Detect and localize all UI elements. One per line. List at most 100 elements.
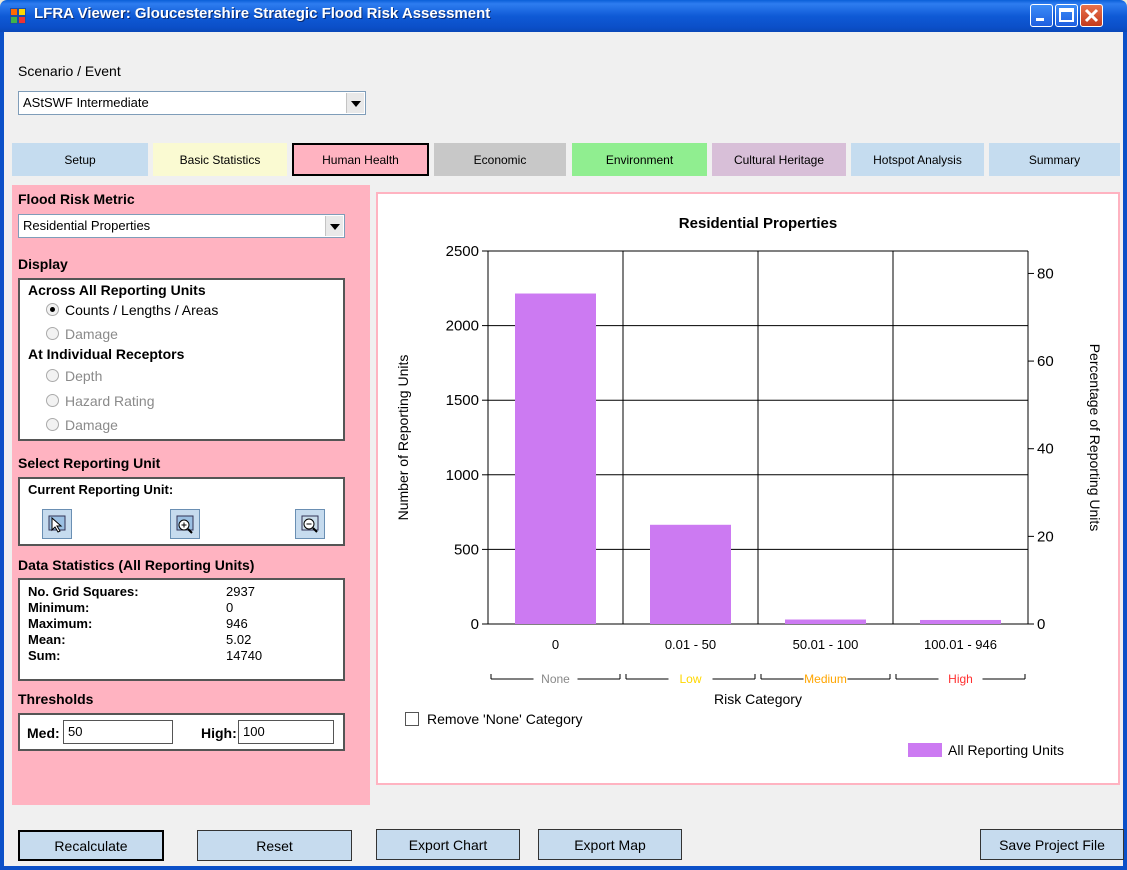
high-threshold-input[interactable]: 100 [238, 720, 334, 744]
chevron-down-icon[interactable] [346, 93, 364, 113]
tab-label: Summary [1028, 152, 1081, 167]
bar [650, 524, 731, 624]
tab-label: Economic [473, 152, 527, 167]
window-frame-right [1123, 32, 1127, 870]
window-frame-bottom [0, 866, 1127, 870]
radio-checked-icon [46, 303, 59, 316]
y-axis-label: Number of Reporting Units [395, 355, 411, 521]
radio-icon [46, 327, 59, 340]
radio-label: Damage [65, 417, 118, 433]
tab-basic-statistics[interactable]: Basic Statistics [153, 143, 287, 176]
radio-label: Damage [65, 326, 118, 342]
med-threshold-input[interactable]: 50 [63, 720, 173, 744]
radio-depth[interactable]: Depth [46, 368, 102, 384]
y-tick-label: 1500 [446, 392, 479, 409]
tab-economic[interactable]: Economic [434, 143, 566, 176]
tab-summary[interactable]: Summary [989, 143, 1120, 176]
tab-label: Human Health [322, 152, 399, 167]
scenario-value: AStSWF Intermediate [23, 95, 149, 110]
x-tick-label: 0 [552, 637, 559, 652]
bar [920, 619, 1001, 624]
stat-key: Minimum: [28, 600, 90, 615]
export-chart-button[interactable]: Export Chart [376, 829, 520, 860]
tab-setup[interactable]: Setup [12, 143, 148, 176]
tab-label: Hotspot Analysis [873, 152, 962, 167]
select-unit-title: Select Reporting Unit [18, 455, 161, 471]
chevron-down-icon[interactable] [325, 216, 343, 236]
map-zoom-out-icon [301, 515, 319, 533]
map-zoom-in-icon [176, 515, 194, 534]
risk-band-label: Medium [804, 672, 847, 686]
x-axis-label: Risk Category [714, 691, 802, 707]
high-label: High: [201, 725, 237, 741]
thresholds-title: Thresholds [18, 691, 94, 707]
radio-damage-individual[interactable]: Damage [46, 417, 118, 433]
zoom-out-button[interactable] [295, 509, 325, 539]
radio-hazard-rating[interactable]: Hazard Rating [46, 393, 155, 409]
x-tick-label: 100.01 - 946 [924, 637, 997, 652]
radio-icon [46, 369, 59, 382]
y-tick-label: 0 [471, 616, 479, 633]
save-project-button[interactable]: Save Project File [980, 829, 1124, 860]
y2-tick-label: 40 [1037, 441, 1054, 458]
recalculate-button[interactable]: Recalculate [18, 830, 164, 861]
stat-key: Sum: [28, 648, 61, 663]
tab-environment[interactable]: Environment [572, 143, 707, 176]
metric-dropdown[interactable]: Residential Properties [18, 214, 345, 238]
left-panel: Flood Risk Metric Residential Properties… [12, 185, 370, 805]
y2-tick-label: 60 [1037, 353, 1054, 370]
y-tick-label: 2000 [446, 318, 479, 335]
window-title: LFRA Viewer: Gloucestershire Strategic F… [34, 5, 491, 22]
radio-counts[interactable]: Counts / Lengths / Areas [46, 302, 218, 318]
stat-key: Maximum: [28, 616, 93, 631]
close-icon [1084, 8, 1099, 23]
stats-title: Data Statistics (All Reporting Units) [18, 557, 255, 573]
tab-human-health[interactable]: Human Health [292, 143, 429, 176]
chart-title: Residential Properties [679, 215, 837, 232]
stat-key: Mean: [28, 632, 66, 647]
select-unit-button[interactable] [42, 509, 72, 539]
tab-cultural-heritage[interactable]: Cultural Heritage [712, 143, 846, 176]
app-icon [10, 8, 26, 24]
display-box: Across All Reporting Units Counts / Leng… [18, 278, 345, 441]
tab-hotspot-analysis[interactable]: Hotspot Analysis [851, 143, 984, 176]
stat-value: 0 [226, 600, 234, 615]
legend-label: All Reporting Units [948, 742, 1064, 758]
stat-value: 5.02 [226, 632, 252, 647]
checkbox-icon [405, 712, 419, 726]
radio-label: Counts / Lengths / Areas [65, 302, 219, 318]
med-label: Med: [27, 725, 60, 741]
zoom-to-unit-button[interactable] [170, 509, 200, 539]
radio-icon [46, 418, 59, 431]
tab-label: Basic Statistics [179, 152, 261, 167]
y2-tick-label: 0 [1037, 616, 1045, 633]
radio-damage-across[interactable]: Damage [46, 326, 118, 342]
bar-chart: 0 500 1000 1500 2000 2500 0 20 40 60 80 0 0.01 - 50 5… [395, 215, 1103, 758]
thresholds-box: Med: 50 High: 100 [18, 713, 345, 751]
risk-band-label: High [948, 672, 973, 686]
scenario-label: Scenario / Event [18, 63, 121, 79]
tab-label: Setup [64, 152, 96, 167]
risk-band-label: Low [679, 672, 701, 686]
x-tick-label: 50.01 - 100 [793, 637, 859, 652]
maximize-icon [1059, 8, 1074, 22]
scenario-dropdown[interactable]: AStSWF Intermediate [18, 91, 366, 115]
stat-value: 2937 [226, 584, 255, 599]
export-map-button[interactable]: Export Map [538, 829, 682, 860]
bar [785, 619, 866, 624]
across-group-title: Across All Reporting Units [28, 282, 206, 298]
remove-none-checkbox[interactable]: Remove 'None' Category [405, 711, 583, 727]
map-pointer-icon [48, 515, 66, 533]
minimize-button[interactable] [1030, 4, 1053, 27]
y-tick-label: 500 [454, 541, 479, 558]
reset-button[interactable]: Reset [197, 830, 352, 861]
select-unit-box: Current Reporting Unit: [18, 477, 345, 546]
radio-icon [46, 394, 59, 407]
maximize-button[interactable] [1055, 4, 1078, 27]
close-button[interactable] [1080, 4, 1103, 27]
current-unit-label: Current Reporting Unit: [28, 482, 174, 497]
checkbox-label: Remove 'None' Category [427, 711, 583, 727]
stat-key: No. Grid Squares: [28, 584, 139, 599]
stat-value: 14740 [226, 648, 263, 663]
individual-group-title: At Individual Receptors [28, 346, 185, 362]
